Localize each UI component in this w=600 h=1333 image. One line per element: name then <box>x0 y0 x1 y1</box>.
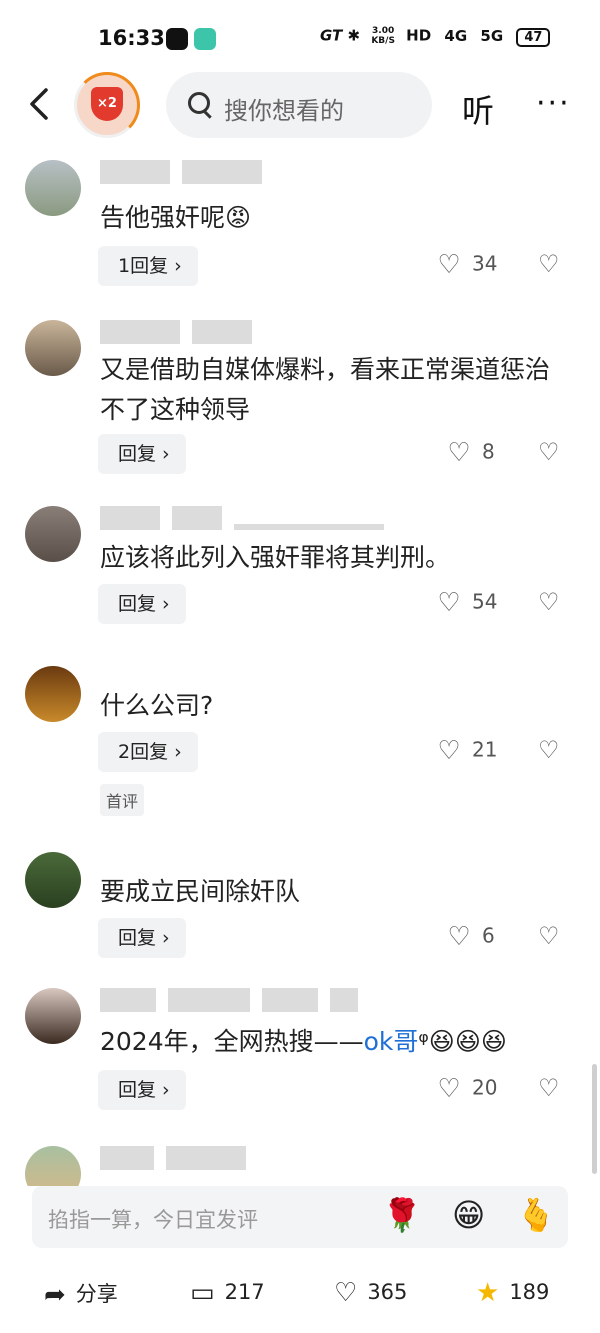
scrollbar[interactable] <box>592 1064 597 1174</box>
username-blurred <box>100 160 274 184</box>
username-blurred <box>100 1146 258 1170</box>
gt-icon: GT <box>320 26 343 45</box>
comment-text: 什么公司? <box>100 691 214 720</box>
reply-button[interactable]: 回复 › <box>98 584 186 624</box>
comment-text: 2024年，全网热搜——ok哥ᵠ😆😆😆 <box>100 1027 507 1056</box>
rose-emoji-button[interactable]: 🌹 <box>382 1196 422 1234</box>
reward-badge[interactable]: ×2 <box>74 72 140 138</box>
heart-icon: ♡ <box>447 438 471 468</box>
reply-button[interactable]: 1回复 › <box>98 246 198 286</box>
share-icon: ➦ <box>44 1280 66 1310</box>
username-blurred <box>100 506 396 530</box>
search-icon <box>188 92 210 114</box>
status-time: 16:33 <box>98 26 165 50</box>
like-count: 8 <box>482 439 495 464</box>
reply-button[interactable]: 回复 › <box>98 1070 186 1110</box>
back-arrow-icon[interactable] <box>24 84 58 124</box>
bottom-action-bar: ➦ 分享 ▭ 217 ♡ 365 ★ 189 <box>0 1264 600 1333</box>
heart-icon: ♡ <box>447 922 471 952</box>
heart-hand-emoji-button[interactable]: 🫰 <box>516 1196 556 1234</box>
share-button[interactable]: ➦ 分享 <box>44 1278 118 1310</box>
like-article-button[interactable]: ♡ 365 <box>334 1278 407 1308</box>
comment-count: 217 <box>224 1280 265 1304</box>
avatar[interactable] <box>25 160 81 216</box>
heart-icon: ♡ <box>437 1074 461 1104</box>
like-button[interactable]: ♡ 54 <box>436 588 497 618</box>
app-notification-icon-2 <box>194 28 216 50</box>
like-button[interactable]: ♡ 6 <box>446 922 495 952</box>
comment-text: 要成立民间除奸队 <box>100 877 301 906</box>
bluetooth-icon: ✱ <box>347 26 361 45</box>
dislike-icon[interactable]: ♡ <box>538 588 560 616</box>
avatar[interactable] <box>25 1146 81 1186</box>
heart-icon: ♡ <box>437 588 461 618</box>
avatar[interactable] <box>25 852 81 908</box>
battery-icon: 47 <box>516 27 551 47</box>
reply-button[interactable]: 回复 › <box>98 434 186 474</box>
more-menu-button[interactable]: ··· <box>536 86 571 121</box>
avatar[interactable] <box>25 506 81 562</box>
share-label: 分享 <box>75 1282 118 1306</box>
listen-button[interactable]: 听 <box>462 86 494 132</box>
like-count: 365 <box>367 1280 408 1304</box>
avatar[interactable] <box>25 320 81 376</box>
avatar[interactable] <box>25 666 81 722</box>
search-placeholder: 搜你想看的 <box>224 97 344 125</box>
like-count: 34 <box>472 251 498 276</box>
comment-button[interactable]: ▭ 217 <box>190 1278 265 1308</box>
like-button[interactable]: ♡ 20 <box>436 1074 497 1104</box>
like-button[interactable]: ♡ 21 <box>436 736 497 766</box>
dislike-icon[interactable]: ♡ <box>538 438 560 466</box>
network-speed: 3.00 KB/S <box>371 26 395 46</box>
dislike-icon[interactable]: ♡ <box>538 922 560 950</box>
like-button[interactable]: ♡ 8 <box>446 438 495 468</box>
like-count: 6 <box>482 923 495 948</box>
like-count: 54 <box>472 589 498 614</box>
search-box[interactable]: 搜你想看的 <box>166 72 432 138</box>
shield-icon: ×2 <box>91 87 123 121</box>
comment-input[interactable]: 掐指一算，今日宜发评 🌹 😁 🫰 <box>32 1186 568 1248</box>
favorite-button[interactable]: ★ 189 <box>476 1278 549 1308</box>
status-indicators: GT ✱ 3.00 KB/S HD 4G 5G 47 <box>320 26 551 47</box>
signal-4g-icon: 4G <box>444 26 468 45</box>
star-icon: ★ <box>476 1278 500 1308</box>
username-blurred <box>100 988 370 1012</box>
reply-button[interactable]: 2回复 › <box>98 732 198 772</box>
app-notification-icon <box>166 28 188 50</box>
comment-text: 应该将此列入强奸罪将其判刑。 <box>100 543 451 572</box>
first-comment-tag: 首评 <box>100 784 145 816</box>
avatar[interactable] <box>25 988 81 1044</box>
dislike-icon[interactable]: ♡ <box>538 1074 560 1102</box>
reply-button[interactable]: 回复 › <box>98 918 186 958</box>
dislike-icon[interactable]: ♡ <box>538 250 560 278</box>
comment-input-placeholder: 掐指一算，今日宜发评 <box>48 1208 258 1232</box>
hd-icon: HD <box>406 26 432 45</box>
grin-emoji-button[interactable]: 😁 <box>452 1196 485 1234</box>
heart-icon: ♡ <box>437 250 461 280</box>
favorite-count: 189 <box>509 1280 550 1304</box>
heart-icon: ♡ <box>334 1278 358 1308</box>
status-bar: 16:33 GT ✱ 3.00 KB/S HD 4G 5G 47 <box>0 0 600 70</box>
like-count: 20 <box>472 1075 498 1100</box>
dislike-icon[interactable]: ♡ <box>538 736 560 764</box>
username-blurred <box>100 320 264 344</box>
comment-item <box>0 1146 600 1186</box>
comment-text: 告他强奸呢😡 <box>100 203 252 232</box>
hot-search-link[interactable]: ok哥 <box>364 1027 419 1056</box>
comment-icon: ▭ <box>190 1278 215 1308</box>
signal-5g-icon: 5G <box>480 26 504 45</box>
like-button[interactable]: ♡ 34 <box>436 250 497 280</box>
heart-icon: ♡ <box>437 736 461 766</box>
comment-text: 又是借助自媒体爆料，看来正常渠道惩治不了这种领导 <box>100 355 551 424</box>
like-count: 21 <box>472 737 498 762</box>
